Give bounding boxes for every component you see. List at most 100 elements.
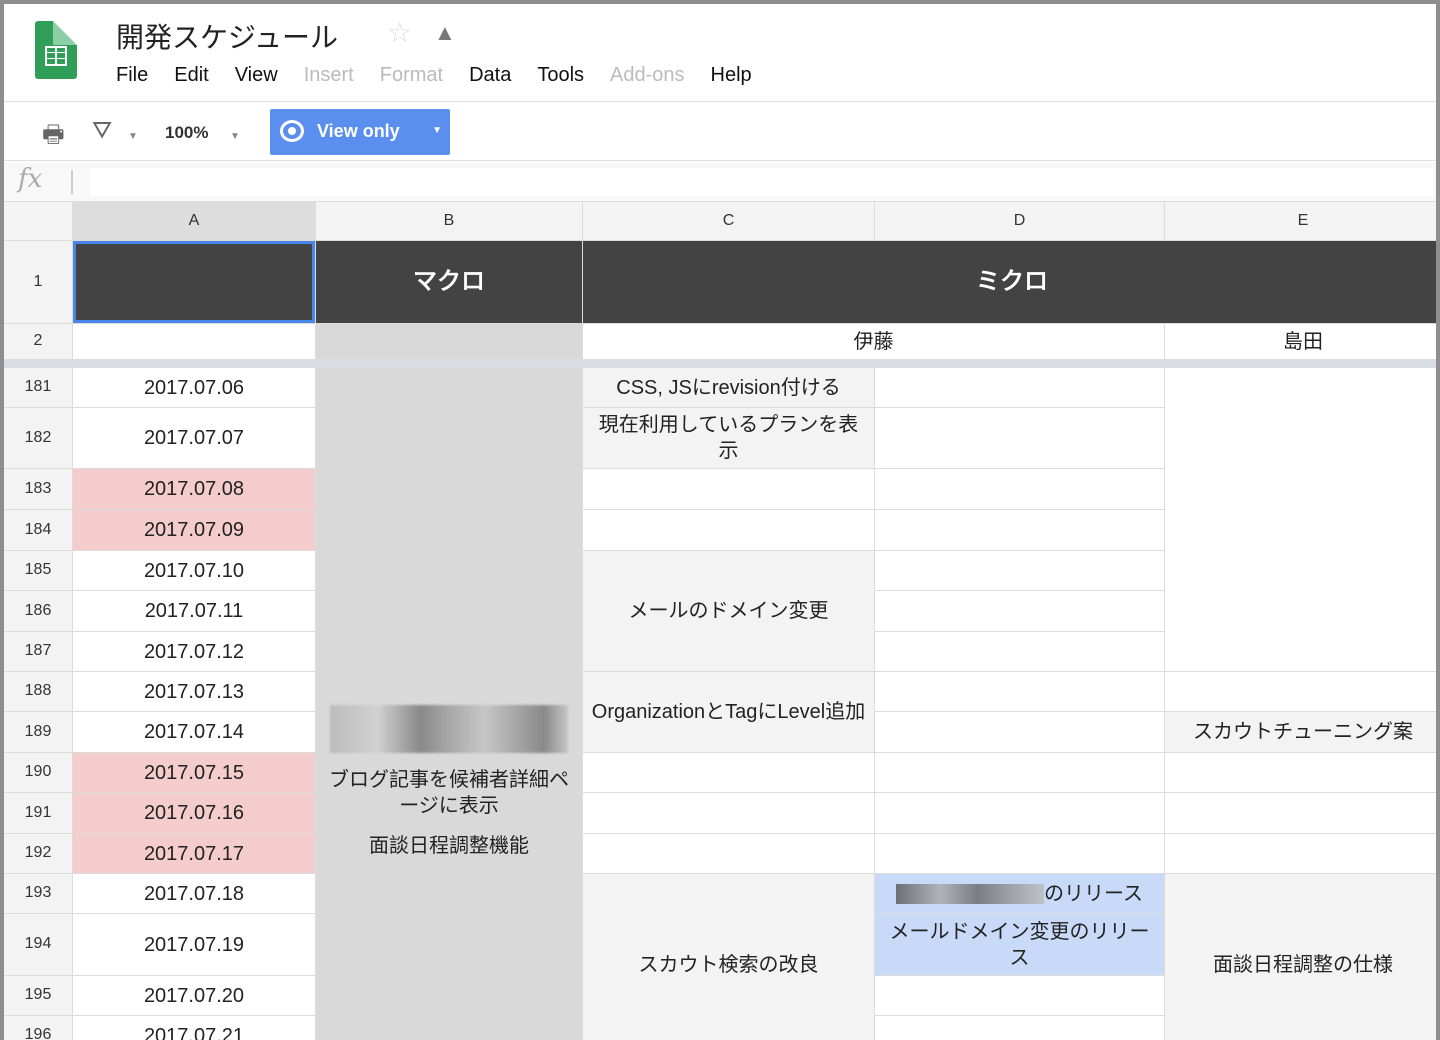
cell[interactable] xyxy=(583,753,874,792)
row-header[interactable]: 2 xyxy=(4,324,72,359)
menu-file[interactable]: File xyxy=(116,64,148,87)
cell[interactable] xyxy=(73,324,315,359)
zoom-select[interactable]: 100% xyxy=(165,123,208,143)
column-header-a[interactable]: A xyxy=(73,202,315,240)
menu-edit[interactable]: Edit xyxy=(174,64,208,87)
cell-a1-selected[interactable] xyxy=(73,241,315,323)
add-to-drive-icon[interactable]: ▲ xyxy=(434,20,456,46)
date-cell[interactable]: 2017.07.11 xyxy=(73,591,315,631)
view-only-button[interactable]: View only ▼ xyxy=(270,109,450,155)
cell[interactable] xyxy=(1165,672,1436,711)
cell[interactable] xyxy=(875,1016,1164,1040)
cell[interactable] xyxy=(1165,753,1436,792)
zoom-dropdown-icon[interactable]: ▼ xyxy=(230,131,240,142)
date-cell[interactable]: 2017.07.16 xyxy=(73,793,315,833)
row-header[interactable]: 183 xyxy=(4,469,72,509)
row-header[interactable]: 185 xyxy=(4,551,72,590)
menu-tools[interactable]: Tools xyxy=(537,64,584,87)
date-cell[interactable]: 2017.07.21 xyxy=(73,1016,315,1040)
date-cell[interactable]: 2017.07.20 xyxy=(73,976,315,1015)
filter-dropdown-icon[interactable]: ▼ xyxy=(128,131,138,142)
cell-micro-header[interactable]: ミクロ xyxy=(583,241,1436,323)
cell[interactable] xyxy=(875,793,1164,833)
cell[interactable]: 現在利用しているプランを表示 xyxy=(583,408,874,468)
row-header[interactable]: 193 xyxy=(4,874,72,913)
date-cell[interactable]: 2017.07.19 xyxy=(73,914,315,975)
column-header-c[interactable]: C xyxy=(583,202,874,240)
column-header-d[interactable]: D xyxy=(875,202,1164,240)
date-cell[interactable]: 2017.07.14 xyxy=(73,712,315,752)
cell-macro-header[interactable]: マクロ xyxy=(316,241,582,323)
row-header[interactable]: 1 xyxy=(4,241,72,323)
menu-view[interactable]: View xyxy=(235,64,278,87)
date-cell[interactable]: 2017.07.13 xyxy=(73,672,315,711)
date-cell[interactable]: 2017.07.10 xyxy=(73,551,315,590)
cell[interactable] xyxy=(875,632,1164,671)
cell[interactable]: メールのドメイン変更 xyxy=(583,551,874,671)
cell[interactable] xyxy=(316,324,582,359)
macro-column-cell[interactable]: ブログ記事を候補者詳細ページに表示 面談日程調整機能 xyxy=(316,368,582,1040)
column-header-e[interactable]: E xyxy=(1165,202,1436,240)
cell[interactable]: スカウトチューニング案 xyxy=(1165,712,1436,752)
sheets-logo-icon[interactable] xyxy=(35,21,77,79)
cell[interactable] xyxy=(583,469,874,509)
date-cell[interactable]: 2017.07.12 xyxy=(73,632,315,671)
cell[interactable] xyxy=(875,469,1164,509)
cell-shimada[interactable]: 島田 xyxy=(1165,324,1436,359)
cell[interactable] xyxy=(875,551,1164,590)
cell-release[interactable]: メールドメイン変更のリリース xyxy=(875,914,1164,975)
cell[interactable] xyxy=(583,793,874,833)
cell[interactable] xyxy=(875,834,1164,873)
date-cell[interactable]: 2017.07.17 xyxy=(73,834,315,873)
frozen-rows-divider[interactable] xyxy=(4,360,1436,367)
select-all-corner[interactable] xyxy=(4,202,72,240)
cell[interactable] xyxy=(583,510,874,550)
print-icon[interactable]: 🖶 xyxy=(42,117,65,158)
row-header[interactable]: 188 xyxy=(4,672,72,711)
row-header[interactable]: 191 xyxy=(4,793,72,833)
cell[interactable] xyxy=(875,408,1164,468)
cell[interactable] xyxy=(875,591,1164,631)
menu-help[interactable]: Help xyxy=(711,64,752,87)
cell-release[interactable]: のリリース xyxy=(875,874,1164,913)
cell[interactable]: CSS, JSにrevision付ける xyxy=(583,368,874,407)
chevron-down-icon[interactable]: ▼ xyxy=(432,125,442,136)
date-cell[interactable]: 2017.07.07 xyxy=(73,408,315,468)
row-header[interactable]: 190 xyxy=(4,753,72,792)
cell[interactable]: OrganizationとTagにLevel追加 xyxy=(583,672,874,752)
row-header[interactable]: 181 xyxy=(4,368,72,407)
row-header[interactable]: 189 xyxy=(4,712,72,752)
cell[interactable] xyxy=(583,834,874,873)
column-header-b[interactable]: B xyxy=(316,202,582,240)
row-header[interactable]: 182 xyxy=(4,408,72,468)
row-header[interactable]: 196 xyxy=(4,1016,72,1040)
menu-data[interactable]: Data xyxy=(469,64,511,87)
date-cell[interactable]: 2017.07.08 xyxy=(73,469,315,509)
cell[interactable] xyxy=(1165,793,1436,833)
cell[interactable] xyxy=(1165,834,1436,873)
cell-ito[interactable]: 伊藤 xyxy=(583,324,1164,359)
date-cell[interactable]: 2017.07.06 xyxy=(73,368,315,407)
row-header[interactable]: 186 xyxy=(4,591,72,631)
date-cell[interactable]: 2017.07.09 xyxy=(73,510,315,550)
cell[interactable] xyxy=(875,976,1164,1015)
document-title[interactable]: 開発スケジュール xyxy=(116,16,338,56)
row-header[interactable]: 187 xyxy=(4,632,72,671)
cell[interactable] xyxy=(875,672,1164,711)
cell[interactable]: スカウト検索の改良 xyxy=(583,874,874,1040)
cell[interactable] xyxy=(1165,368,1436,671)
star-icon[interactable]: ☆ xyxy=(387,16,412,49)
date-cell[interactable]: 2017.07.18 xyxy=(73,874,315,913)
row-header[interactable]: 195 xyxy=(4,976,72,1015)
row-header[interactable]: 184 xyxy=(4,510,72,550)
formula-input[interactable] xyxy=(90,168,1434,196)
cell[interactable]: 面談日程調整の仕様 xyxy=(1165,874,1436,1040)
filter-icon[interactable]: ⛛ xyxy=(92,117,112,145)
cell[interactable] xyxy=(875,712,1164,752)
row-header[interactable]: 192 xyxy=(4,834,72,873)
cell[interactable] xyxy=(875,510,1164,550)
date-cell[interactable]: 2017.07.15 xyxy=(73,753,315,792)
row-header[interactable]: 194 xyxy=(4,914,72,975)
cell[interactable] xyxy=(875,368,1164,407)
cell[interactable] xyxy=(875,753,1164,792)
